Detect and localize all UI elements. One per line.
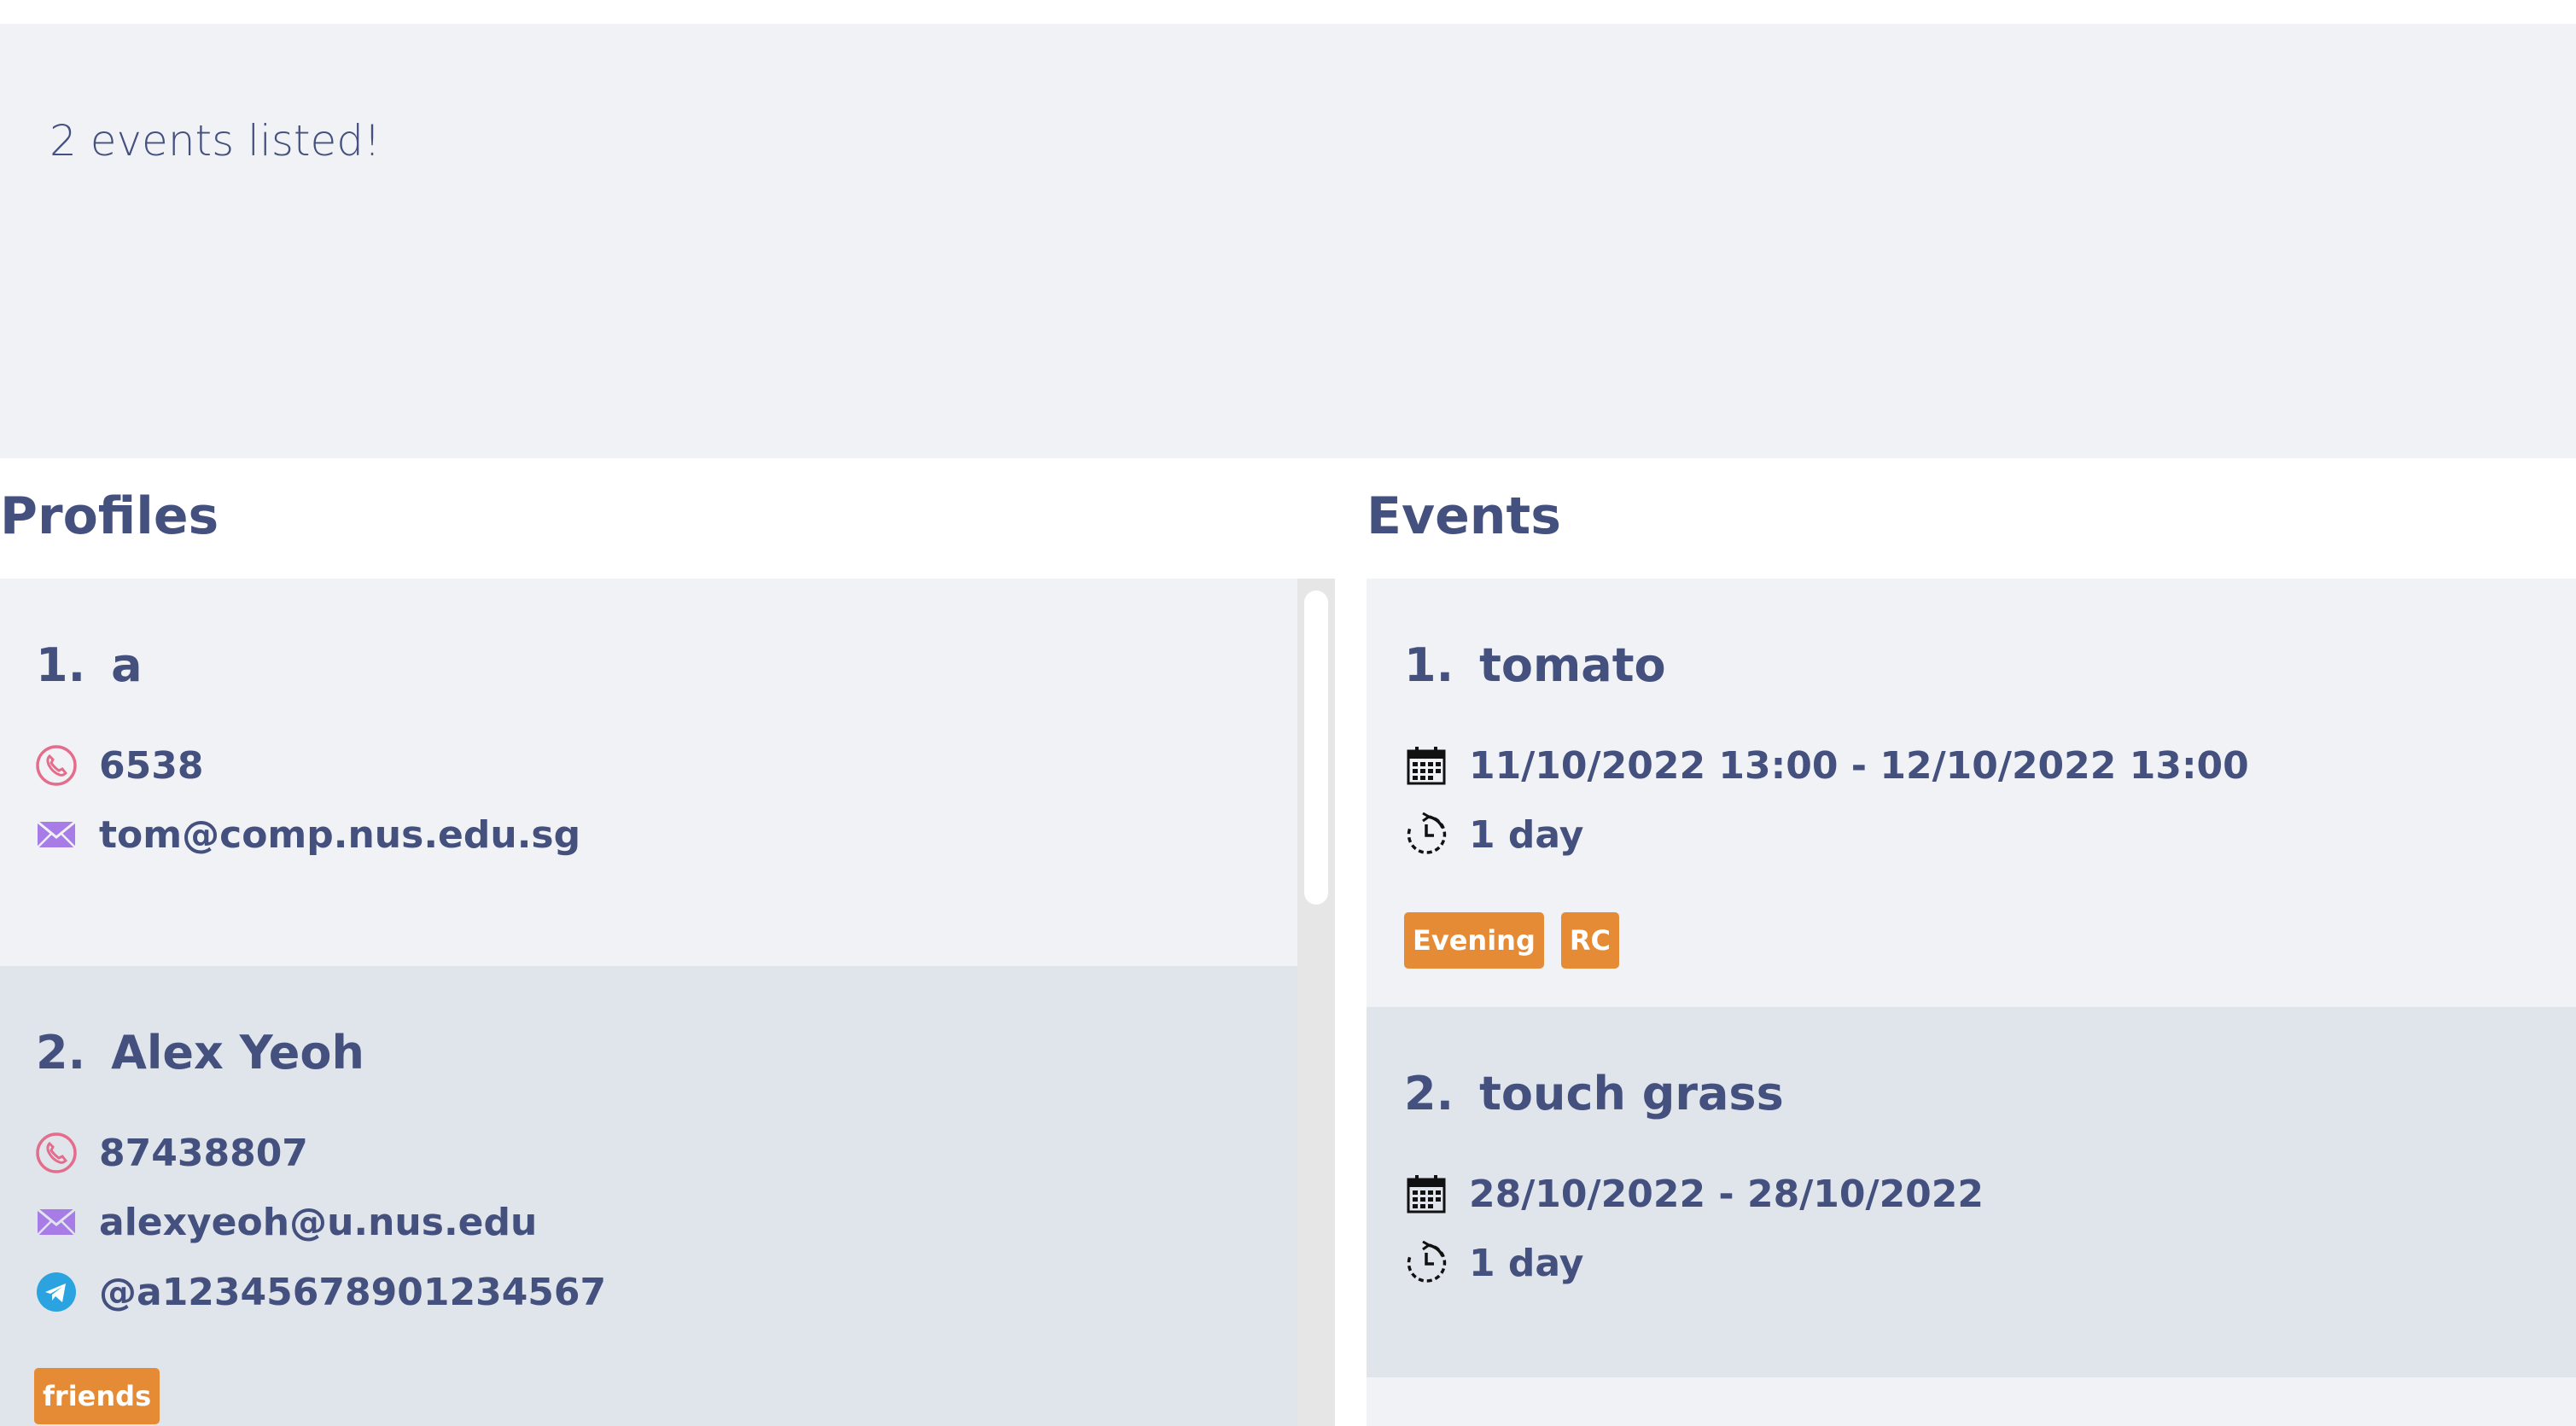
event-index: 1. xyxy=(1404,638,1454,692)
result-display: 2 events listed! xyxy=(0,24,2576,458)
event-tags: Evening RC xyxy=(1404,912,1619,969)
profile-index: 2. xyxy=(36,1026,86,1080)
profile-name-text: Alex Yeoh xyxy=(111,1026,364,1080)
profile-phone: 87438807 xyxy=(99,1131,308,1175)
telegram-icon xyxy=(34,1270,79,1314)
envelope-icon xyxy=(34,812,79,857)
profile-tags: friends xyxy=(34,1368,160,1424)
calendar-icon xyxy=(1404,743,1448,788)
event-duration-row: 1 day xyxy=(1404,809,1583,860)
calendar-icon xyxy=(1404,1172,1448,1216)
events-panel-title: Events xyxy=(1367,486,1561,546)
event-card-partial[interactable] xyxy=(1367,1377,2576,1426)
profiles-scrollbar-thumb[interactable] xyxy=(1304,591,1328,905)
event-datetime: 11/10/2022 13:00 - 12/10/2022 13:00 xyxy=(1469,743,2249,788)
tag-badge: RC xyxy=(1560,912,1619,969)
profile-email: alexyeoh@u.nus.edu xyxy=(99,1200,538,1244)
event-datetime-row: 11/10/2022 13:00 - 12/10/2022 13:00 xyxy=(1404,740,2249,791)
phone-icon xyxy=(34,1131,79,1175)
profile-email-row: tom@comp.nus.edu.sg xyxy=(34,809,580,860)
result-message: 2 events listed! xyxy=(50,116,382,166)
profile-name-text: a xyxy=(111,638,143,692)
event-name-text: touch grass xyxy=(1479,1067,1784,1120)
event-datetime-row: 28/10/2022 - 28/10/2022 xyxy=(1404,1168,1984,1219)
profile-name: 1. a xyxy=(36,638,143,692)
event-duration-row: 1 day xyxy=(1404,1237,1583,1289)
event-name: 1. tomato xyxy=(1404,638,1666,692)
profile-name: 2. Alex Yeoh xyxy=(36,1026,364,1080)
event-card[interactable]: 2. touch grass 28/10/2022 - 28/10/2022 1 … xyxy=(1367,1007,2576,1377)
event-index: 2. xyxy=(1404,1067,1454,1120)
event-duration: 1 day xyxy=(1469,1241,1584,1285)
event-duration: 1 day xyxy=(1469,812,1584,857)
event-name-text: tomato xyxy=(1479,638,1666,692)
profile-phone-row: 87438807 xyxy=(34,1127,308,1179)
clock-icon xyxy=(1404,812,1448,857)
clock-icon xyxy=(1404,1241,1448,1285)
tag-badge: Evening xyxy=(1404,912,1544,969)
profile-card[interactable]: 2. Alex Yeoh 87438807 alexyeoh@u.nus.edu … xyxy=(0,966,1297,1426)
profiles-panel-title: Profiles xyxy=(0,486,219,546)
profile-telegram: @a12345678901234567 xyxy=(99,1270,607,1314)
profile-phone-row: 6538 xyxy=(34,740,203,791)
event-datetime: 28/10/2022 - 28/10/2022 xyxy=(1469,1172,1984,1216)
profile-email-row: alexyeoh@u.nus.edu xyxy=(34,1196,537,1248)
profile-phone: 6538 xyxy=(99,743,204,788)
tag-badge: friends xyxy=(34,1368,160,1424)
event-name: 2. touch grass xyxy=(1404,1067,1784,1120)
envelope-icon xyxy=(34,1200,79,1244)
profile-email: tom@comp.nus.edu.sg xyxy=(99,812,581,857)
profile-index: 1. xyxy=(36,638,86,692)
profiles-scrollbar[interactable] xyxy=(1297,579,1335,1426)
profile-card[interactable]: 1. a 6538 tom@comp.nus.edu.sg xyxy=(0,579,1297,966)
profile-telegram-row: @a12345678901234567 xyxy=(34,1266,606,1318)
event-card[interactable]: 1. tomato 11/10/2022 13:00 - 12/10/2022 1… xyxy=(1367,579,2576,1007)
phone-icon xyxy=(34,743,79,788)
